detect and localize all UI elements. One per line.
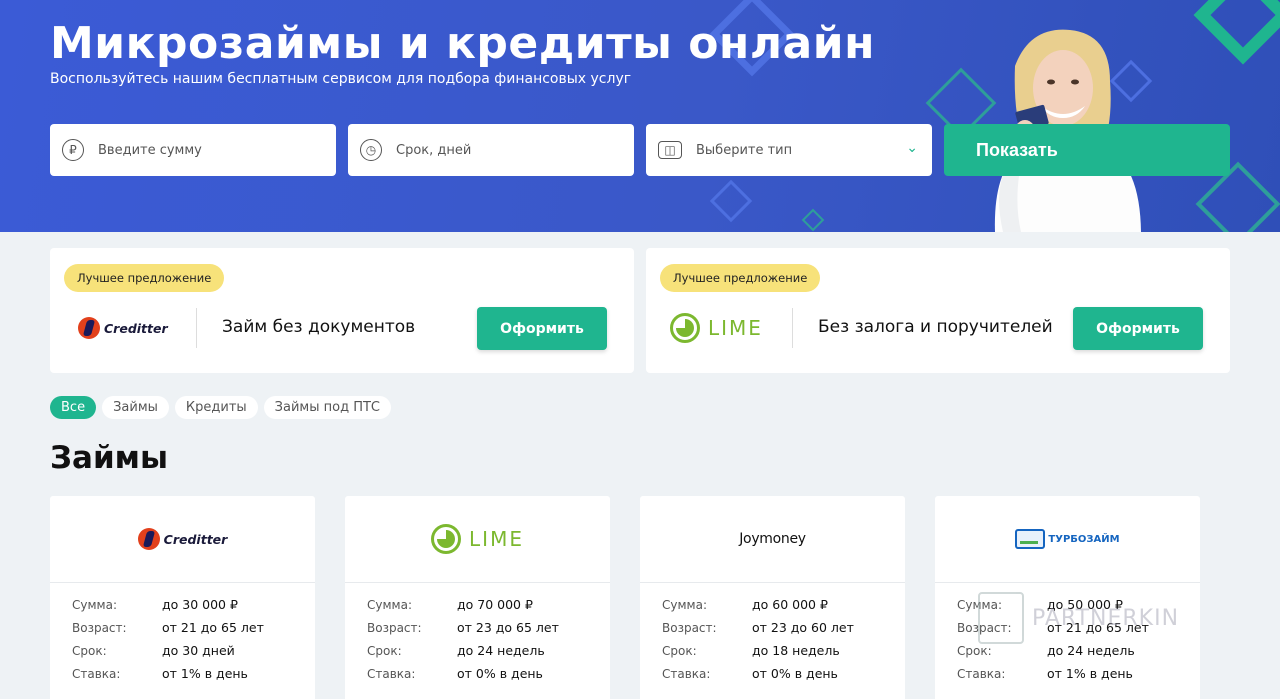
age-label: Возраст: (662, 620, 717, 635)
show-button[interactable]: Показать (944, 124, 1230, 176)
rate-value: от 1% в день (1047, 666, 1133, 681)
lime-logo-icon (431, 524, 462, 554)
offer-title: Без залога и поручителей (818, 317, 1053, 337)
filter-credits[interactable]: Кредиты (174, 396, 258, 419)
creditter-logo-icon (78, 317, 100, 339)
joymoney-logo: Joymoney (739, 531, 806, 547)
apply-button[interactable]: Оформить (477, 307, 607, 350)
term-label: Срок: (367, 643, 402, 658)
chevron-down-icon: ⌄ (906, 140, 918, 156)
creditter-logo-icon (137, 528, 160, 550)
filter-loans[interactable]: Займы (102, 396, 169, 419)
loan-card[interactable]: Creditter Сумма: до 30 000 ₽ Возраст: от … (50, 496, 315, 699)
best-offer-card: Лучшее предложение LIME Без залога и пор… (646, 248, 1230, 373)
decor-diamond (801, 208, 825, 232)
amount-input[interactable]: ₽ Введите сумму (50, 124, 336, 176)
rate-value: от 1% в день (162, 666, 248, 681)
watermark: PARTNERKIN (978, 592, 1179, 644)
page-subtitle: Воспользуйтесь нашим бесплатным сервисом… (50, 71, 632, 87)
filter-pts-loans[interactable]: Займы под ПТС (263, 396, 391, 419)
section-title: Займы (50, 440, 169, 476)
best-offer-badge: Лучшее предложение (660, 264, 821, 292)
lime-logo-icon (670, 313, 700, 343)
amount-placeholder: Введите сумму (98, 142, 202, 158)
best-offer-badge: Лучшее предложение (64, 264, 225, 292)
loan-card[interactable]: LIME Сумма: до 70 000 ₽ Возраст: от 23 до… (345, 496, 610, 699)
term-value: до 18 недель (752, 643, 840, 658)
offer-title: Займ без документов (222, 317, 416, 337)
apply-button[interactable]: Оформить (1073, 307, 1203, 350)
rate-label: Ставка: (72, 666, 121, 681)
filter-all[interactable]: Все (50, 396, 97, 419)
term-label: Срок: (957, 643, 992, 658)
loan-card-logo[interactable]: ТУРБОЗАЙМ (935, 496, 1200, 583)
sum-value: до 60 000 ₽ (752, 597, 828, 612)
card-icon: ◫ (658, 141, 682, 159)
rate-label: Ставка: (957, 666, 1006, 681)
rate-value: от 0% в день (752, 666, 838, 681)
watermark-logo-icon (978, 592, 1024, 644)
divider (792, 308, 793, 348)
hero-banner: Микрозаймы и кредиты онлайн Воспользуйте… (0, 0, 1280, 232)
rate-value: от 0% в день (457, 666, 543, 681)
term-value: до 24 недель (457, 643, 545, 658)
sum-label: Сумма: (662, 597, 707, 612)
clock-icon: ◷ (360, 139, 382, 161)
term-label: Срок: (662, 643, 697, 658)
loan-card-logo[interactable]: LIME (345, 496, 610, 583)
creditter-logo[interactable]: Creditter (78, 310, 218, 346)
term-placeholder: Срок, дней (396, 142, 472, 158)
term-input[interactable]: ◷ Срок, дней (348, 124, 634, 176)
age-label: Возраст: (367, 620, 422, 635)
rate-label: Ставка: (367, 666, 416, 681)
ruble-icon: ₽ (62, 139, 84, 161)
best-offer-card: Лучшее предложение Creditter Займ без до… (50, 248, 634, 373)
page-title: Микрозаймы и кредиты онлайн (50, 18, 875, 69)
turbozaim-logo-icon (1015, 529, 1046, 549)
rate-label: Ставка: (662, 666, 711, 681)
age-value: от 21 до 65 лет (162, 620, 264, 635)
decor-diamond (1193, 0, 1280, 65)
term-value: до 24 недель (1047, 643, 1135, 658)
type-placeholder: Выберите тип (696, 142, 793, 158)
term-label: Срок: (72, 643, 107, 658)
loan-card-logo[interactable]: Creditter (50, 496, 315, 583)
sum-value: до 70 000 ₽ (457, 597, 533, 612)
type-select[interactable]: ◫ Выберите тип ⌄ (646, 124, 932, 176)
sum-label: Сумма: (72, 597, 117, 612)
loan-card-logo[interactable]: Joymoney (640, 496, 905, 583)
decor-diamond (709, 179, 753, 223)
age-value: от 23 до 60 лет (752, 620, 854, 635)
sum-value: до 30 000 ₽ (162, 597, 238, 612)
age-value: от 23 до 65 лет (457, 620, 559, 635)
sum-label: Сумма: (367, 597, 412, 612)
term-value: до 30 дней (162, 643, 235, 658)
category-filters: Все Займы Кредиты Займы под ПТС (50, 396, 391, 419)
divider (196, 308, 197, 348)
loan-card[interactable]: Joymoney Сумма: до 60 000 ₽ Возраст: от 2… (640, 496, 905, 699)
age-label: Возраст: (72, 620, 127, 635)
lime-logo[interactable]: LIME (670, 310, 810, 346)
